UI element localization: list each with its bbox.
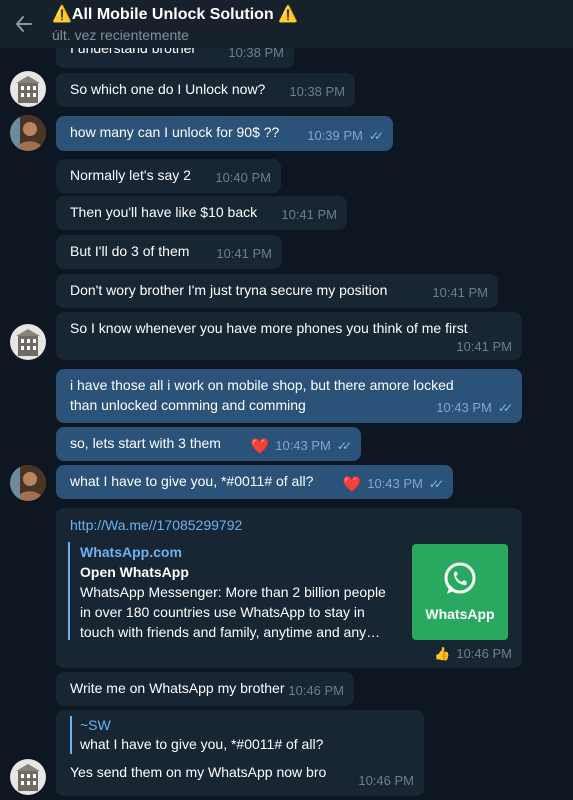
message-bubble[interactable]: http://Wa.me//17085299792 WhatsApp.com O… [56, 508, 522, 668]
message-time: 10:43 PM [436, 400, 492, 415]
user-photo-icon [10, 115, 46, 151]
reply-author: ~SW [80, 717, 111, 733]
message-meta: 10:46 PM [288, 681, 344, 701]
message-time: 10:43 PM [367, 476, 423, 491]
link-preview[interactable]: WhatsApp.com Open WhatsApp WhatsApp Mess… [68, 542, 508, 640]
message-time: 10:43 PM [275, 438, 331, 453]
message-text-line1: i have those all i work on mobile shop, … [70, 377, 454, 393]
message-bubble[interactable]: I understand brother 10:38 PM [56, 48, 294, 68]
message-time: 10:46 PM [288, 683, 344, 698]
message-text: what I have to give you, *#0011# of all? [70, 473, 314, 489]
message-text: So which one do I Unlock now? [70, 81, 266, 97]
message-text: I understand brother [70, 48, 197, 56]
reply-text: what I have to give you, *#0011# of all? [80, 736, 324, 752]
preview-thumbnail: WhatsApp [412, 544, 508, 640]
message-link[interactable]: http://Wa.me//17085299792 [70, 515, 242, 535]
message-time: 10:40 PM [215, 170, 271, 185]
message-bubble[interactable]: ~SW what I have to give you, *#0011# of … [56, 710, 424, 796]
message-bubble[interactable]: Write me on WhatsApp my brother 10:46 PM [56, 672, 354, 706]
message-time: 10:41 PM [456, 339, 512, 354]
avatar[interactable] [10, 759, 46, 795]
message-text: So I know whenever you have more phones … [70, 320, 468, 336]
message-bubble[interactable]: how many can I unlock for 90$ ?? 10:39 P… [56, 116, 393, 151]
building-icon [16, 329, 40, 356]
arrow-left-icon [16, 16, 32, 32]
message-text: so, lets start with 3 them [70, 435, 221, 451]
avatar[interactable] [10, 465, 46, 501]
message-bubble[interactable]: what I have to give you, *#0011# of all?… [56, 465, 453, 499]
back-button[interactable] [8, 8, 40, 40]
message-time: 10:41 PM [432, 285, 488, 300]
whatsapp-logo-icon [444, 562, 476, 594]
message-text: how many can I unlock for 90$ ?? [70, 124, 280, 140]
message-bubble[interactable]: But I'll do 3 of them 10:41 PM [56, 235, 282, 269]
message-meta: 10:46 PM [358, 771, 414, 791]
message-meta: 10:41 PM [281, 205, 337, 225]
message-time: 10:46 PM [358, 773, 414, 788]
reply-quote[interactable]: ~SW what I have to give you, *#0011# of … [70, 716, 412, 754]
message-time: 10:41 PM [216, 246, 272, 261]
avatar[interactable] [10, 71, 46, 107]
message-bubble[interactable]: Then you'll have like $10 back 10:41 PM [56, 196, 347, 230]
read-receipt-icon: ✓✓ [497, 401, 513, 415]
message-time: 10:41 PM [281, 207, 337, 222]
read-receipt-icon: ✓✓ [336, 439, 352, 453]
message-time: 10:38 PM [228, 48, 284, 60]
thumbnail-label: WhatsApp [425, 606, 495, 622]
message-time: 10:39 PM [307, 128, 363, 143]
message-time: 10:38 PM [289, 84, 345, 99]
chat-header: ⚠️All Mobile Unlock Solution ⚠️ últ. vez… [0, 0, 573, 48]
message-meta: 10:41 PM [432, 283, 488, 303]
read-receipt-icon: ✓✓ [368, 129, 384, 143]
chat-title[interactable]: ⚠️All Mobile Unlock Solution ⚠️ [52, 4, 298, 24]
building-icon [16, 76, 40, 103]
building-icon [16, 764, 40, 791]
message-meta: 10:39 PM ✓✓ [307, 126, 384, 146]
message-bubble[interactable]: So I know whenever you have more phones … [56, 312, 522, 360]
message-list[interactable]: I understand brother 10:38 PM So which o… [0, 48, 573, 800]
thumbs-up-reaction-icon[interactable]: 👍 [434, 644, 450, 664]
message-text: Write me on WhatsApp my brother [70, 680, 285, 696]
message-bubble[interactable]: i have those all i work on mobile shop, … [56, 369, 522, 423]
user-photo-icon [10, 465, 46, 501]
message-meta: 👍 10:46 PM [434, 644, 512, 664]
preview-description: WhatsApp Messenger: More than 2 billion … [80, 584, 386, 640]
message-meta: 10:38 PM [289, 82, 345, 102]
message-bubble[interactable]: Normally let's say 2 10:40 PM [56, 159, 281, 193]
message-meta: 10:38 PM [228, 48, 284, 63]
message-bubble[interactable]: so, lets start with 3 them ❤️ 10:43 PM ✓✓ [56, 427, 361, 461]
message-meta: 10:43 PM ✓✓ [436, 398, 513, 418]
heart-reaction-icon[interactable]: ❤️ [251, 439, 270, 454]
message-bubble[interactable]: Don't wory brother I'm just tryna secure… [56, 274, 498, 308]
message-text: Normally let's say 2 [70, 167, 191, 183]
message-meta: 10:40 PM [215, 168, 271, 188]
message-meta: ❤️ 10:43 PM ✓✓ [343, 474, 444, 494]
avatar[interactable] [10, 115, 46, 151]
message-text: Don't wory brother I'm just tryna secure… [70, 282, 388, 298]
message-time: 10:46 PM [456, 646, 512, 661]
chat-status: últ. vez recientemente [52, 27, 189, 43]
message-bubble[interactable]: So which one do I Unlock now? 10:38 PM [56, 73, 355, 107]
message-text: But I'll do 3 of them [70, 243, 190, 259]
heart-reaction-icon[interactable]: ❤️ [343, 477, 362, 492]
message-text: Then you'll have like $10 back [70, 204, 258, 220]
message-meta: 10:41 PM [456, 337, 512, 357]
read-receipt-icon: ✓✓ [428, 477, 444, 491]
message-meta: ❤️ 10:43 PM ✓✓ [251, 436, 352, 456]
message-meta: 10:41 PM [216, 244, 272, 264]
avatar[interactable] [10, 324, 46, 360]
